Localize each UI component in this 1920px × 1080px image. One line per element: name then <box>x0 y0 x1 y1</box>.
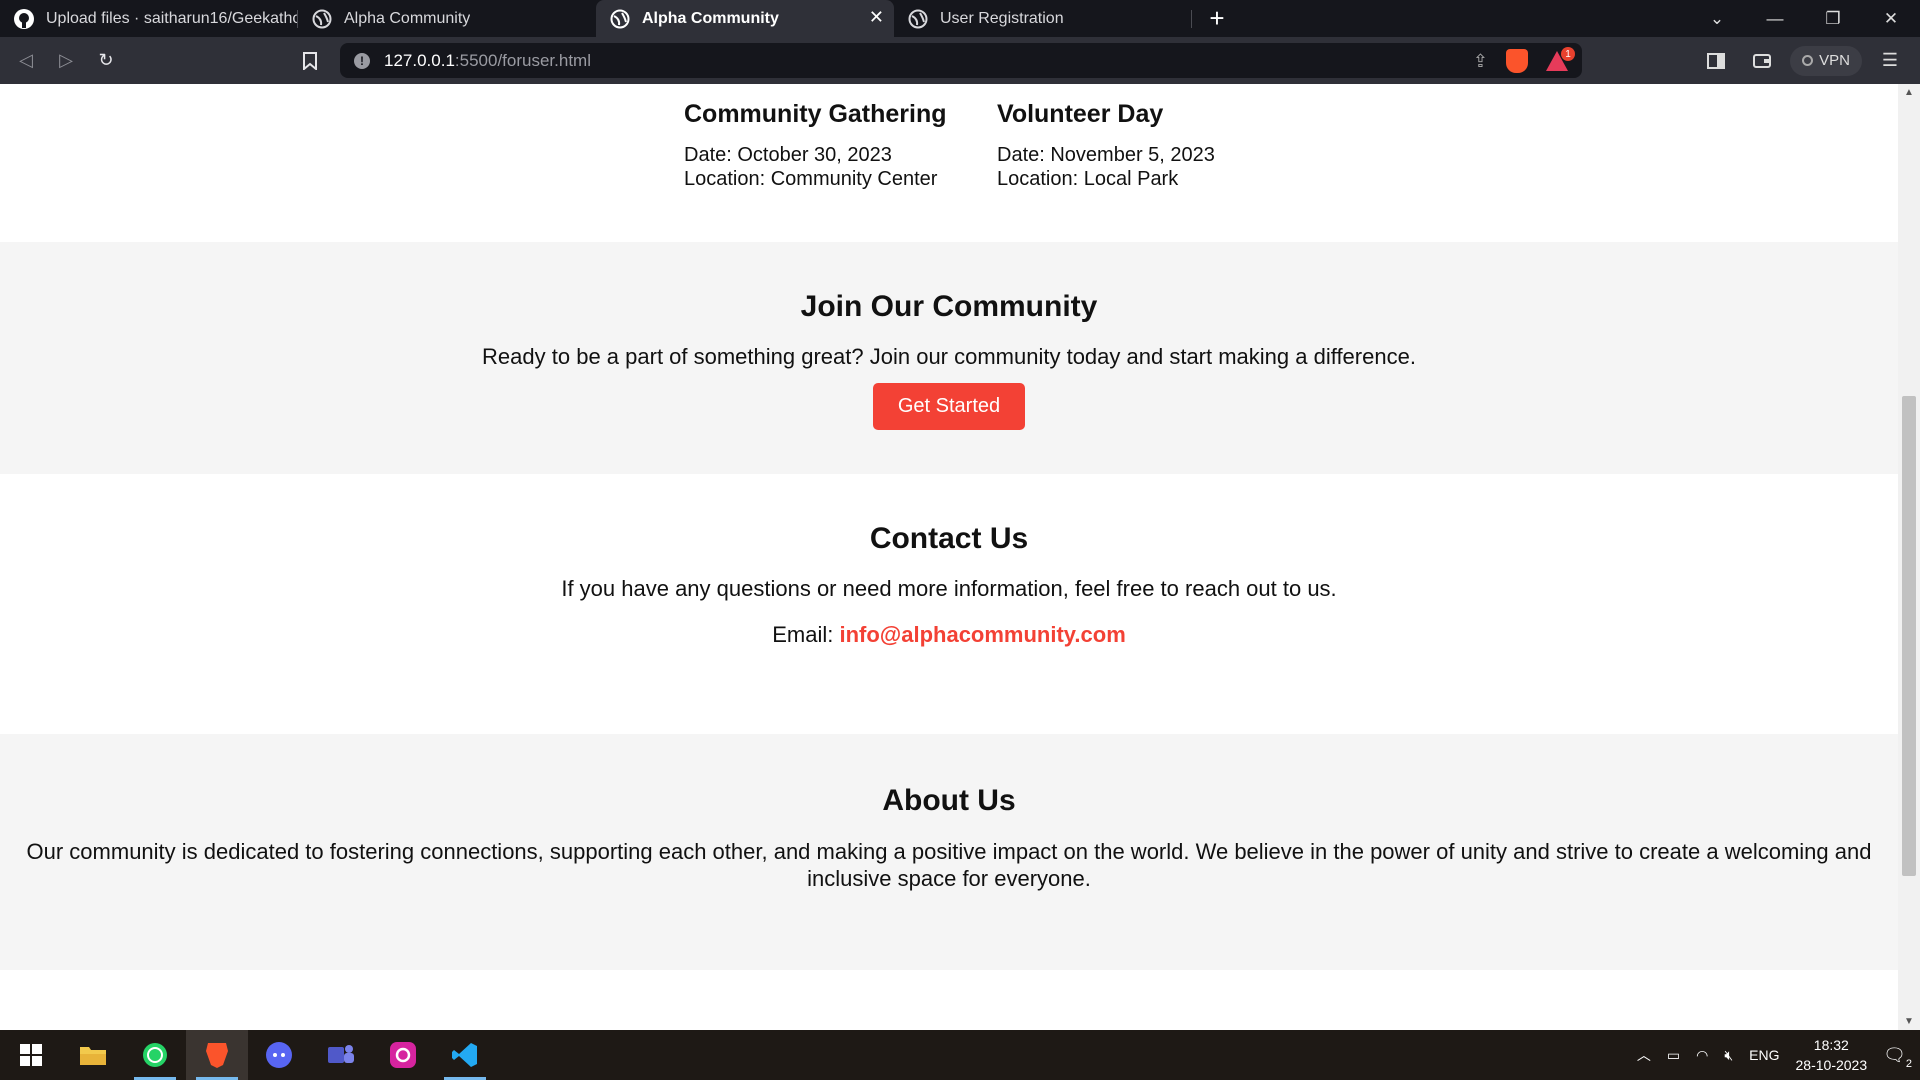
minimize-button[interactable]: — <box>1746 0 1804 37</box>
site-info-icon[interactable]: ! <box>354 52 370 69</box>
discord-icon[interactable] <box>248 1030 310 1080</box>
github-icon <box>14 8 34 29</box>
menu-icon[interactable]: ☰ <box>1872 43 1908 79</box>
email-link[interactable]: info@alphacommunity.com <box>839 622 1125 647</box>
restore-button[interactable]: ❐ <box>1804 0 1862 37</box>
sidebar-icon[interactable] <box>1698 43 1734 79</box>
page-viewport: Community Gathering Date: October 30, 20… <box>0 84 1898 1030</box>
bookmark-icon[interactable] <box>290 41 330 81</box>
email-label: Email: <box>772 622 834 647</box>
close-tab-icon[interactable]: ✕ <box>869 7 884 28</box>
tab-search-chevron-icon[interactable]: ⌄ <box>1688 0 1746 37</box>
contact-section: Contact Us If you have any questions or … <box>0 474 1898 734</box>
tab-separator <box>1191 10 1192 28</box>
vpn-button[interactable]: VPN <box>1790 45 1862 76</box>
toolbar-right: VPN ☰ <box>1698 37 1920 84</box>
scroll-down-arrow-icon[interactable]: ▼ <box>1904 1016 1914 1027</box>
contact-text: If you have any questions or need more i… <box>561 576 1337 601</box>
clock[interactable]: 18:32 28-10-2023 <box>1796 1035 1868 1075</box>
back-button[interactable]: ◁ <box>6 41 46 81</box>
url-host: 127.0.0.1 <box>384 50 455 70</box>
browser-toolbar: ◁ ▷ ↻ ! 127.0.0.1:5500/foruser.html ⇪ 1 … <box>0 37 1920 84</box>
clock-time: 18:32 <box>1813 1037 1849 1053</box>
notification-count: 2 <box>1905 1057 1912 1070</box>
event-location: Location: Local Park <box>997 168 1179 190</box>
event-date: Date: October 30, 2023 <box>684 144 892 166</box>
tab-title: Upload files · saitharun16/Geekathon_ <box>46 9 298 27</box>
tab-alpha-community-active[interactable]: Alpha Community ✕ <box>596 0 894 37</box>
join-text: Ready to be a part of something great? J… <box>482 344 1416 369</box>
whatsapp-icon[interactable] <box>124 1030 186 1080</box>
url-path: :5500/foruser.html <box>454 50 591 70</box>
start-icon[interactable] <box>0 1030 62 1080</box>
tab-title: User Registration <box>940 9 1064 27</box>
close-window-button[interactable]: ✕ <box>1862 0 1920 37</box>
rewards-badge: 1 <box>1561 47 1575 61</box>
globe-icon <box>610 9 630 29</box>
system-tray: ︿ ▭ ◠ 🔇︎ ENG 18:32 28-10-2023 🗨︎ 2 <box>1637 1030 1920 1080</box>
get-started-button[interactable]: Get Started <box>872 383 1026 430</box>
tab-title: Alpha Community <box>344 9 471 27</box>
forward-button[interactable]: ▷ <box>46 41 86 81</box>
scroll-up-arrow-icon[interactable]: ▲ <box>1904 87 1914 98</box>
instagram-icon[interactable] <box>372 1030 434 1080</box>
volume-muted-icon[interactable]: 🔇︎ <box>1724 1047 1733 1064</box>
event-title: Community Gathering <box>684 100 947 128</box>
join-heading: Join Our Community <box>800 290 1098 323</box>
events-section: Community Gathering Date: October 30, 20… <box>0 84 1898 242</box>
language-indicator[interactable]: ENG <box>1749 1047 1779 1063</box>
contact-email-line: Email: info@alphacommunity.com <box>0 622 1898 648</box>
globe-icon <box>908 9 928 29</box>
vpn-label: VPN <box>1819 52 1850 69</box>
globe-icon <box>312 9 332 29</box>
page-scrollbar[interactable]: ▲ ▼ <box>1898 84 1920 1030</box>
event-card: Community Gathering Date: October 30, 20… <box>684 100 947 191</box>
brave-icon[interactable] <box>186 1030 248 1080</box>
tab-strip: Upload files · saitharun16/Geekathon_ Al… <box>0 0 1920 37</box>
event-location: Location: Community Center <box>684 168 938 190</box>
notifications-icon[interactable]: 🗨︎ 2 <box>1883 1045 1912 1070</box>
brave-rewards-icon[interactable]: 1 <box>1546 47 1575 71</box>
event-date: Date: November 5, 2023 <box>997 144 1215 166</box>
share-icon[interactable]: ⇪ <box>1473 51 1488 72</box>
scrollbar-thumb[interactable] <box>1902 396 1916 876</box>
tab-alpha-community[interactable]: Alpha Community <box>298 0 596 37</box>
tab-title: Alpha Community <box>642 9 779 27</box>
address-bar[interactable]: ! 127.0.0.1:5500/foruser.html ⇪ 1 <box>340 43 1582 78</box>
tab-user-registration[interactable]: User Registration <box>894 0 1192 37</box>
about-heading: About Us <box>882 784 1016 817</box>
file-explorer-icon[interactable] <box>62 1030 124 1080</box>
vscode-icon[interactable] <box>434 1030 496 1080</box>
vpn-status-icon <box>1802 55 1814 66</box>
wifi-icon[interactable]: ◠ <box>1696 1047 1708 1064</box>
tab-upload-files[interactable]: Upload files · saitharun16/Geekathon_ <box>0 0 298 37</box>
clock-date: 28-10-2023 <box>1795 1057 1868 1073</box>
about-section: About Us Our community is dedicated to f… <box>0 734 1898 970</box>
new-tab-button[interactable]: + <box>1192 0 1242 37</box>
event-title: Volunteer Day <box>997 100 1164 128</box>
brave-shields-icon[interactable] <box>1506 49 1528 73</box>
window-controls: ⌄ — ❐ ✕ <box>1688 0 1920 37</box>
contact-heading: Contact Us <box>869 522 1029 555</box>
about-text: Our community is dedicated to fostering … <box>26 839 1872 891</box>
join-section: Join Our Community Ready to be a part of… <box>0 242 1898 474</box>
taskbar: ︿ ▭ ◠ 🔇︎ ENG 18:32 28-10-2023 🗨︎ 2 <box>0 1030 1920 1080</box>
tray-overflow-chevron-icon[interactable]: ︿ <box>1637 1045 1651 1065</box>
battery-icon[interactable]: ▭ <box>1667 1047 1680 1064</box>
reload-button[interactable]: ↻ <box>86 41 126 81</box>
wallet-icon[interactable] <box>1744 43 1780 79</box>
event-card: Volunteer Day Date: November 5, 2023 Loc… <box>997 100 1215 191</box>
address-bar-actions: ⇪ 1 <box>1473 47 1575 73</box>
teams-icon[interactable] <box>310 1030 372 1080</box>
